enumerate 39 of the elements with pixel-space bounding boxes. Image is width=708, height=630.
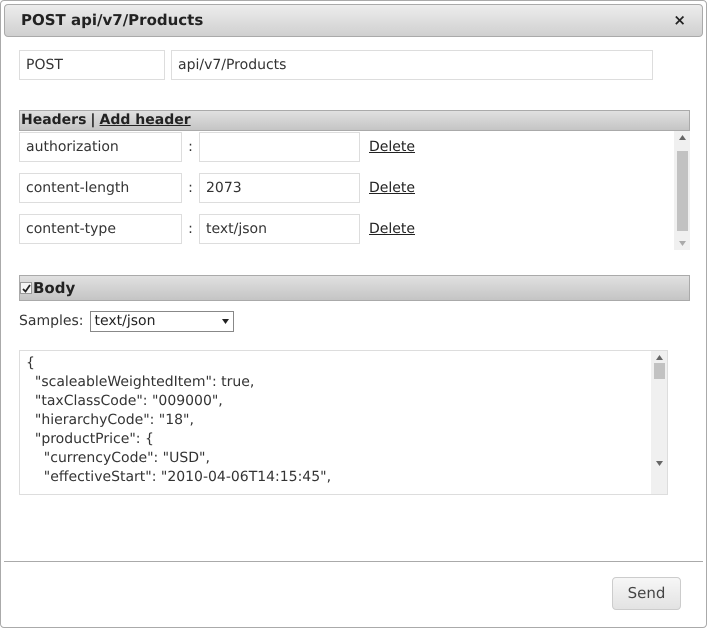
header-value-field[interactable] bbox=[199, 132, 360, 162]
delete-link[interactable]: Delete bbox=[369, 218, 415, 240]
code-line: "taxClassCode": "009000", bbox=[34, 392, 223, 411]
header-value-field[interactable]: text/json bbox=[199, 214, 360, 244]
code-line: "effectiveStart": "2010-04-06T14:15:45", bbox=[42, 468, 332, 487]
window-title: POST api/v7/Products bbox=[21, 10, 204, 32]
header-name-field[interactable]: content-type bbox=[19, 214, 182, 244]
up-arrow-icon[interactable] bbox=[678, 135, 686, 140]
code-line: "hierarchyCode": "18", bbox=[34, 411, 194, 430]
header-value-field[interactable]: 2073 bbox=[199, 173, 360, 203]
samples-dropdown[interactable]: text/json bbox=[90, 311, 234, 332]
up-arrow-icon[interactable] bbox=[656, 355, 662, 360]
separator-text: | bbox=[90, 111, 96, 130]
colon-text: : bbox=[187, 138, 194, 156]
samples-label: Samples: bbox=[19, 312, 84, 331]
code-line: "productPrice": { bbox=[34, 430, 154, 449]
url-field[interactable]: api/v7/Products bbox=[171, 50, 653, 80]
down-arrow-icon[interactable] bbox=[222, 319, 229, 324]
method-field[interactable]: POST bbox=[19, 50, 165, 80]
scrollbar[interactable] bbox=[674, 131, 690, 250]
body-checkbox[interactable] bbox=[20, 282, 32, 294]
body-text-area[interactable]: { "scaleableWeightedItem": true, "taxClassCode": "009000", "hierarchyCode": "18", "productPrice": { "currencyCode": "USD", "effectiveStart": "2010-04-06T14:15:45", bbox=[19, 350, 668, 495]
colon-text: : bbox=[187, 178, 194, 198]
delete-link[interactable]: Delete bbox=[369, 178, 415, 198]
header-name-field[interactable]: content-length bbox=[19, 173, 182, 203]
close-button[interactable]: × bbox=[673, 13, 686, 28]
headers-heading: Headers bbox=[21, 111, 86, 130]
body-heading: Body bbox=[33, 278, 76, 299]
scrollbar[interactable] bbox=[651, 351, 667, 494]
add-header-link[interactable]: Add header bbox=[100, 110, 191, 131]
header-name-field[interactable]: authorization bbox=[19, 132, 182, 162]
delete-link[interactable]: Delete bbox=[369, 136, 415, 158]
code-line: "currencyCode": "USD", bbox=[42, 449, 210, 468]
send-button[interactable]: Send bbox=[612, 577, 681, 610]
code-line: "scaleableWeightedItem": true, bbox=[34, 373, 254, 392]
scrollbar-thumb[interactable] bbox=[654, 363, 664, 379]
scrollbar-thumb[interactable] bbox=[676, 150, 688, 230]
code-line: { bbox=[26, 354, 35, 373]
colon-text: : bbox=[187, 220, 194, 238]
